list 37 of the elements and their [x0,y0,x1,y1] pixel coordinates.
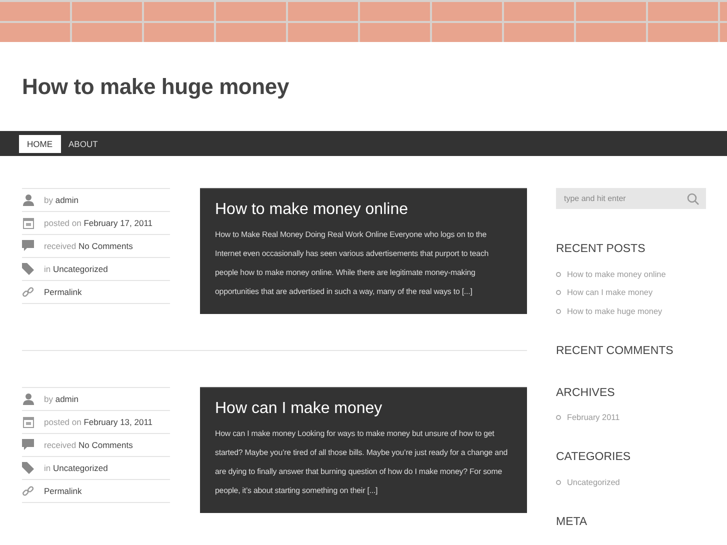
post-meta-text: posted on February 17, 2011 [44,218,153,228]
post-title[interactable]: How to make money online [215,201,512,219]
post-meta-text: by admin [44,195,78,205]
tag-icon [22,462,34,474]
permalink-link[interactable]: Permalink [44,486,82,496]
nav-link[interactable]: HOME [19,134,60,152]
widget-heading: RECENT COMMENTS [556,344,674,356]
permalink-link[interactable]: Permalink [44,287,82,297]
post-meta-text: in Uncategorized [44,264,108,274]
post-meta-text: by admin [44,394,78,404]
post-meta-text: received No Comments [44,440,133,450]
bullet-icon [556,290,561,296]
bullet-icon [556,480,561,485]
bullet-icon [556,308,561,314]
bullet-icon [556,415,561,420]
widget-heading: CATEGORIES [556,451,632,463]
person-icon [22,393,34,405]
post-meta-text: posted on February 13, 2011 [44,417,153,427]
person-icon [22,194,34,206]
calendar-icon [22,416,34,428]
widget-heading: RECENT POSTS [556,243,646,255]
chain-link-icon [22,485,34,497]
post-meta-text: received No Comments [44,241,133,251]
widget-heading: META [556,516,588,528]
post-title[interactable]: How can I make money [215,400,512,418]
speech-bubble-icon [22,240,34,252]
calendar-icon [22,217,34,229]
search-icon [687,193,699,205]
post-meta-text: in Uncategorized [44,463,108,473]
search-field[interactable]: type and hit enter [556,188,706,209]
nav-link[interactable]: ABOUT [60,134,106,152]
speech-bubble-icon [22,439,34,451]
chain-link-icon [22,286,34,298]
site-title[interactable]: How to make huge money [22,74,289,100]
widget-heading: ARCHIVES [556,386,616,398]
tag-icon [22,263,34,275]
bullet-icon [556,272,561,277]
